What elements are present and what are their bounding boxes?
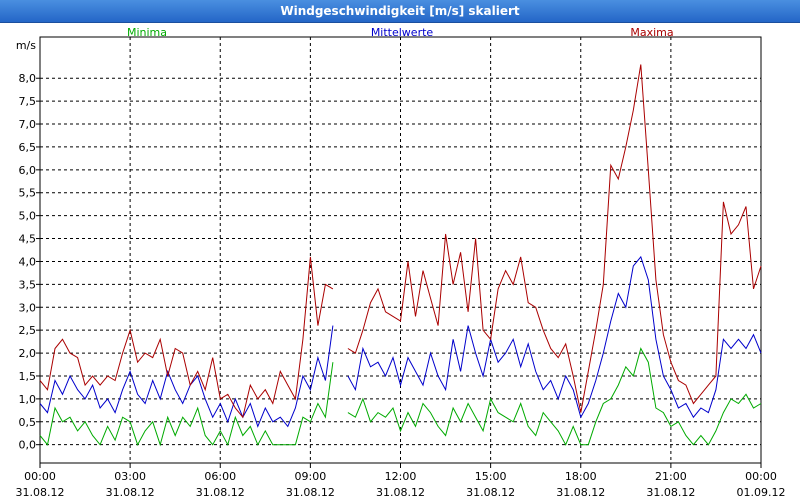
y-tick-label: 7,0 [19,118,37,131]
y-tick-label: 6,5 [19,141,37,154]
x-tick-time: 00:00 [745,470,777,483]
legend-label-minima: Minima [127,26,167,39]
y-tick-label: 6,0 [19,164,37,177]
legend-label-mittelwerte: Mittelwerte [371,26,434,39]
y-tick-label: 0,0 [19,439,37,452]
x-tick-time: 06:00 [204,470,236,483]
x-tick-date: 31.08.12 [106,486,155,499]
x-tick-date: 31.08.12 [16,486,65,499]
x-tick-date: 31.08.12 [286,486,335,499]
wind-speed-chart: 0,0 0,5 1,0 1,5 2,0 2,5 3,0 3,5 4,0 4,5 5,0 5,5 6,0 6… [16,26,786,499]
x-tick-time: 18:00 [565,470,597,483]
x-tick-time: 00:00 [24,470,56,483]
y-tick-label: 4,5 [19,233,37,246]
y-tick-label: 1,0 [19,393,37,406]
x-tick-date: 31.08.12 [376,486,425,499]
y-tick-label: 5,0 [19,210,37,223]
x-tick-time: 09:00 [295,470,327,483]
chart-window: Windgeschwindigkeit [m/s] skaliert 0,0 0,… [0,0,800,500]
x-tick-date: 31.08.12 [466,486,515,499]
y-axis-label: m/s [16,39,36,52]
x-tick-date: 31.08.12 [646,486,695,499]
y-tick-label: 4,0 [19,255,37,268]
x-tick-date: 31.08.12 [556,486,605,499]
y-tick-label: 7,5 [19,95,37,108]
y-tick-label: 2,0 [19,347,37,360]
y-tick-label: 1,5 [19,370,37,383]
x-tick-time: 12:00 [385,470,417,483]
y-tick-label: 5,5 [19,187,37,200]
y-tick-label: 0,5 [19,416,37,429]
y-tick-label: 3,0 [19,301,37,314]
y-tick-label: 8,0 [19,72,37,85]
x-tick-date: 31.08.12 [196,486,245,499]
chart-title: Windgeschwindigkeit [m/s] skaliert [280,4,520,18]
y-tick-label: 3,5 [19,278,37,291]
title-bar: Windgeschwindigkeit [m/s] skaliert [0,0,800,23]
x-tick-time: 21:00 [655,470,687,483]
legend-label-maxima: Maxima [630,26,673,39]
x-tick-time: 03:00 [114,470,146,483]
x-tick-date: 01.09.12 [737,486,786,499]
y-tick-label: 2,5 [19,324,37,337]
x-tick-time: 15:00 [475,470,507,483]
